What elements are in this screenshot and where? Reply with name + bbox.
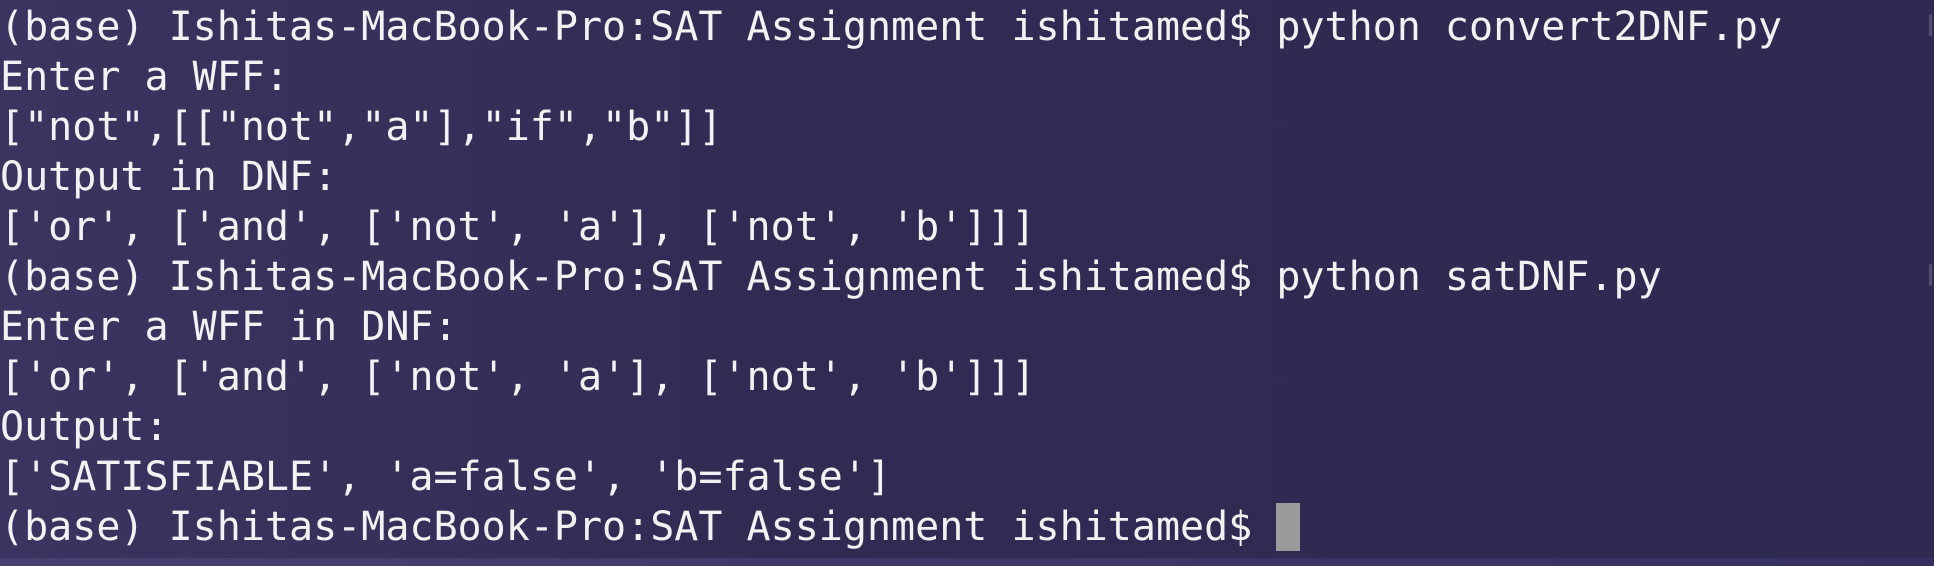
window-bottom-edge — [0, 558, 1934, 566]
output-text: Output: — [0, 404, 169, 450]
output-line: Enter a WFF: — [0, 52, 1782, 102]
output-line: Enter a WFF in DNF: — [0, 302, 1782, 352]
prompt-text: (base) Ishitas-MacBook-Pro:SAT Assignmen… — [0, 504, 1277, 550]
output-text: Enter a WFF: — [0, 54, 289, 100]
scroll-mark — [1929, 14, 1932, 36]
output-line: ["not",[["not","a"],"if","b"]] — [0, 102, 1782, 152]
output-line: ['or', ['and', ['not', 'a'], ['not', 'b'… — [0, 352, 1782, 402]
output-text: ['SATISFIABLE', 'a=false', 'b=false'] — [0, 454, 892, 500]
command-line: (base) Ishitas-MacBook-Pro:SAT Assignmen… — [0, 252, 1782, 302]
output-text: Output in DNF: — [0, 154, 338, 200]
scroll-mark — [1929, 264, 1932, 286]
command-text: (base) Ishitas-MacBook-Pro:SAT Assignmen… — [0, 4, 1783, 50]
output-text: ['or', ['and', ['not', 'a'], ['not', 'b'… — [0, 204, 1036, 250]
terminal-output: (base) Ishitas-MacBook-Pro:SAT Assignmen… — [0, 2, 1782, 552]
prompt-line[interactable]: (base) Ishitas-MacBook-Pro:SAT Assignmen… — [0, 502, 1782, 552]
output-text: ["not",[["not","a"],"if","b"]] — [0, 104, 723, 150]
terminal-window[interactable]: (base) Ishitas-MacBook-Pro:SAT Assignmen… — [0, 0, 1934, 566]
output-text: ['or', ['and', ['not', 'a'], ['not', 'b'… — [0, 354, 1036, 400]
text-cursor — [1276, 503, 1301, 551]
output-line: ['or', ['and', ['not', 'a'], ['not', 'b'… — [0, 202, 1782, 252]
output-line: ['SATISFIABLE', 'a=false', 'b=false'] — [0, 452, 1782, 502]
output-text: Enter a WFF in DNF: — [0, 304, 458, 350]
command-text: (base) Ishitas-MacBook-Pro:SAT Assignmen… — [0, 254, 1662, 300]
output-line: Output in DNF: — [0, 152, 1782, 202]
command-line: (base) Ishitas-MacBook-Pro:SAT Assignmen… — [0, 2, 1782, 52]
output-line: Output: — [0, 402, 1782, 452]
